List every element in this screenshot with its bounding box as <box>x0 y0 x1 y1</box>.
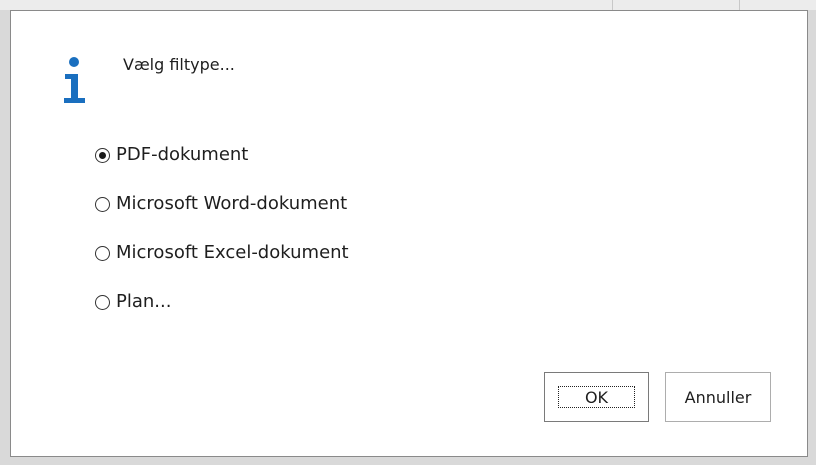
radio-button-plan[interactable] <box>95 295 110 310</box>
ok-button[interactable]: OK <box>544 372 649 422</box>
background-separator <box>739 0 740 10</box>
background-toolbar <box>0 0 816 10</box>
option-label[interactable]: PDF-dokument <box>116 139 248 171</box>
option-label[interactable]: Microsoft Word-dokument <box>116 188 347 220</box>
cancel-button-label: Annuller <box>684 387 752 407</box>
background-separator <box>612 0 613 10</box>
radio-button-excel[interactable] <box>95 246 110 261</box>
file-type-dialog: Vælg filtype... PDF-dokument Microsoft W… <box>10 10 808 457</box>
radio-button-pdf[interactable] <box>95 148 110 163</box>
option-plan[interactable]: Plan... <box>95 286 349 335</box>
option-label[interactable]: Plan... <box>116 286 171 318</box>
option-word[interactable]: Microsoft Word-dokument <box>95 188 349 237</box>
cancel-button[interactable]: Annuller <box>665 372 771 422</box>
radio-selected-dot <box>99 152 106 159</box>
radio-button-word[interactable] <box>95 197 110 212</box>
focus-ring <box>558 386 635 408</box>
file-type-options: PDF-dokument Microsoft Word-dokument Mic… <box>95 139 349 335</box>
option-label[interactable]: Microsoft Excel-dokument <box>116 237 349 269</box>
dialog-message: Vælg filtype... <box>123 55 235 74</box>
option-pdf[interactable]: PDF-dokument <box>95 139 349 188</box>
info-icon <box>61 56 89 104</box>
option-excel[interactable]: Microsoft Excel-dokument <box>95 237 349 286</box>
